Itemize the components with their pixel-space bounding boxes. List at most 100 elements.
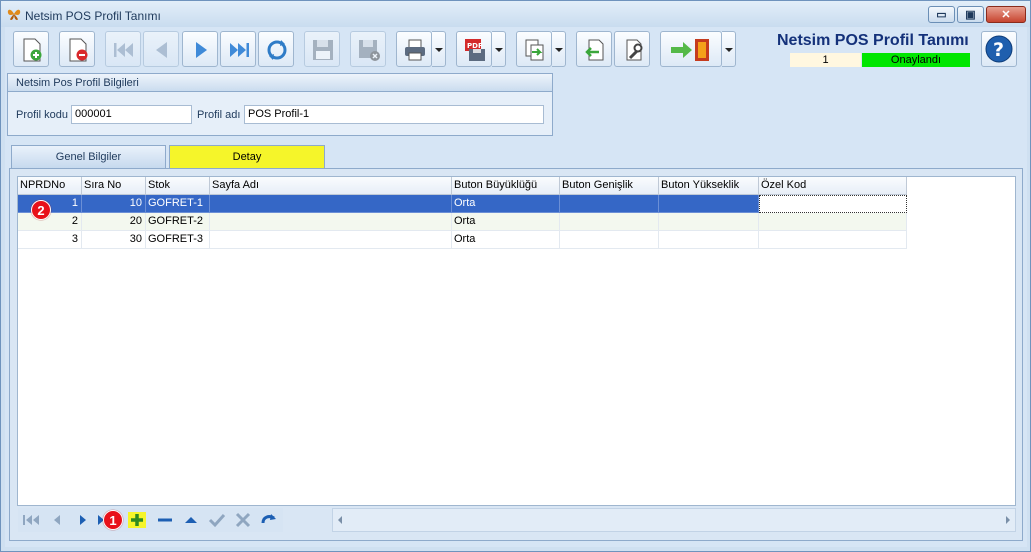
table-cell[interactable] xyxy=(210,213,452,231)
delete-record-button[interactable] xyxy=(59,31,95,67)
settings-icon xyxy=(626,39,643,61)
last-record-button[interactable] xyxy=(220,31,256,67)
column-header[interactable]: Buton Genişlik xyxy=(560,177,659,195)
profile-name-field[interactable]: POS Profil-1 xyxy=(244,105,544,124)
column-header[interactable]: NPRDNo xyxy=(18,177,82,195)
minimize-button[interactable]: ▭ xyxy=(928,6,955,23)
status-badge: Onaylandı xyxy=(862,53,970,67)
table-cell[interactable] xyxy=(210,231,452,249)
record-number: 1 xyxy=(790,53,861,67)
form-title: Netsim POS Profil Tanımı xyxy=(777,32,969,49)
profile-name-label: Profil adı xyxy=(197,109,241,121)
maximize-button[interactable]: ▣ xyxy=(957,6,984,23)
export-icon xyxy=(525,39,544,61)
svg-text:?: ? xyxy=(993,39,1004,61)
table-cell[interactable]: GOFRET-3 xyxy=(146,231,210,249)
table-cell[interactable] xyxy=(659,195,759,213)
minimize-icon: ▭ xyxy=(936,9,947,21)
profile-info-group: Netsim Pos Profil Bilgileri Profil kodu … xyxy=(7,73,553,136)
table-cell[interactable]: GOFRET-1 xyxy=(146,195,210,213)
pdf-export-icon: PDF xyxy=(465,39,485,61)
table-row[interactable]: 1 10 GOFRET-1 Orta xyxy=(18,195,907,213)
save-button[interactable] xyxy=(304,31,340,67)
profile-code-field[interactable]: 000001 xyxy=(71,105,192,124)
nav-prev-icon[interactable] xyxy=(48,512,66,528)
exit-dropdown[interactable] xyxy=(722,31,736,67)
help-button[interactable]: ? xyxy=(981,31,1017,67)
table-cell[interactable]: 20 xyxy=(82,213,146,231)
table-cell[interactable] xyxy=(759,231,907,249)
window-title: Netsim POS Profil Tanımı xyxy=(25,9,161,23)
pdf-export-button[interactable]: PDF xyxy=(456,31,492,67)
column-header[interactable]: Sayfa Adı xyxy=(210,177,452,195)
move-up-icon[interactable] xyxy=(182,512,200,528)
tab-genel-bilgiler[interactable]: Genel Bilgiler xyxy=(11,145,166,168)
add-row-icon[interactable] xyxy=(128,512,146,528)
table-cell[interactable] xyxy=(560,231,659,249)
table-cell[interactable]: 3 xyxy=(18,231,82,249)
delete-row-icon[interactable] xyxy=(156,512,174,528)
first-record-button[interactable] xyxy=(105,31,141,67)
svg-text:PDF: PDF xyxy=(467,42,483,50)
save-icon xyxy=(313,40,333,60)
table-cell[interactable]: 2 xyxy=(18,213,82,231)
scroll-right-icon[interactable] xyxy=(1006,516,1010,524)
table-cell[interactable]: 10 xyxy=(82,195,146,213)
table-cell[interactable] xyxy=(560,213,659,231)
table-cell[interactable] xyxy=(210,195,452,213)
previous-record-icon xyxy=(156,42,167,58)
last-record-icon xyxy=(230,43,249,57)
table-cell[interactable]: Orta xyxy=(452,231,560,249)
column-header[interactable]: Buton Büyüklüğü xyxy=(452,177,560,195)
scroll-left-icon[interactable] xyxy=(338,516,342,524)
nav-next-icon[interactable] xyxy=(74,512,92,528)
column-header[interactable]: Özel Kod xyxy=(759,177,907,195)
horizontal-scrollbar[interactable] xyxy=(332,508,1016,532)
maximize-icon: ▣ xyxy=(965,9,976,21)
exit-icon xyxy=(671,39,709,61)
detail-grid[interactable]: NPRDNo Sıra No Stok Sayfa Adı Buton Büyü… xyxy=(17,176,1016,506)
previous-record-button[interactable] xyxy=(143,31,179,67)
refresh-button[interactable] xyxy=(258,31,294,67)
table-cell[interactable]: Orta xyxy=(452,195,560,213)
import-button[interactable] xyxy=(576,31,612,67)
new-record-button[interactable] xyxy=(13,31,49,67)
table-row[interactable]: 3 30 GOFRET-3 Orta xyxy=(18,231,907,249)
pdf-export-dropdown[interactable] xyxy=(492,31,506,67)
table-cell[interactable]: 30 xyxy=(82,231,146,249)
table-cell[interactable]: Orta xyxy=(452,213,560,231)
close-icon: ✕ xyxy=(1001,9,1011,21)
table-cell[interactable] xyxy=(759,213,907,231)
table-cell[interactable] xyxy=(659,231,759,249)
exit-button[interactable] xyxy=(660,31,722,67)
table-cell[interactable]: GOFRET-2 xyxy=(146,213,210,231)
column-header[interactable]: Buton Yükseklik xyxy=(659,177,759,195)
focused-cell[interactable] xyxy=(759,195,907,213)
column-header[interactable]: Stok xyxy=(146,177,210,195)
table-cell[interactable] xyxy=(659,213,759,231)
profile-code-label: Profil kodu xyxy=(16,109,68,121)
column-header[interactable]: Sıra No xyxy=(82,177,146,195)
export-dropdown[interactable] xyxy=(552,31,566,67)
refresh-icon xyxy=(267,40,287,60)
annotation-badge-1: 1 xyxy=(103,510,123,530)
export-button[interactable] xyxy=(516,31,552,67)
table-cell[interactable] xyxy=(560,195,659,213)
settings-button[interactable] xyxy=(614,31,650,67)
print-button[interactable] xyxy=(396,31,432,67)
undo-icon[interactable] xyxy=(260,512,278,528)
tab-detay[interactable]: Detay xyxy=(169,145,325,168)
nav-first-icon[interactable] xyxy=(22,512,40,528)
close-button[interactable]: ✕ xyxy=(986,6,1026,23)
new-record-icon xyxy=(23,38,42,62)
butterfly-icon xyxy=(7,9,21,20)
print-dropdown[interactable] xyxy=(432,31,446,67)
next-record-button[interactable] xyxy=(182,31,218,67)
first-record-icon xyxy=(114,43,133,57)
cancel-icon[interactable] xyxy=(234,512,252,528)
confirm-icon[interactable] xyxy=(208,512,226,528)
cancel-save-button[interactable] xyxy=(350,31,386,67)
table-row[interactable]: 2 20 GOFRET-2 Orta xyxy=(18,213,907,231)
main-window: Netsim POS Profil Tanımı ▭ ▣ ✕ PDF Netsi… xyxy=(0,0,1031,552)
client-area: PDF Netsim POS Profil Tanımı 1 Onaylandı… xyxy=(5,27,1027,547)
